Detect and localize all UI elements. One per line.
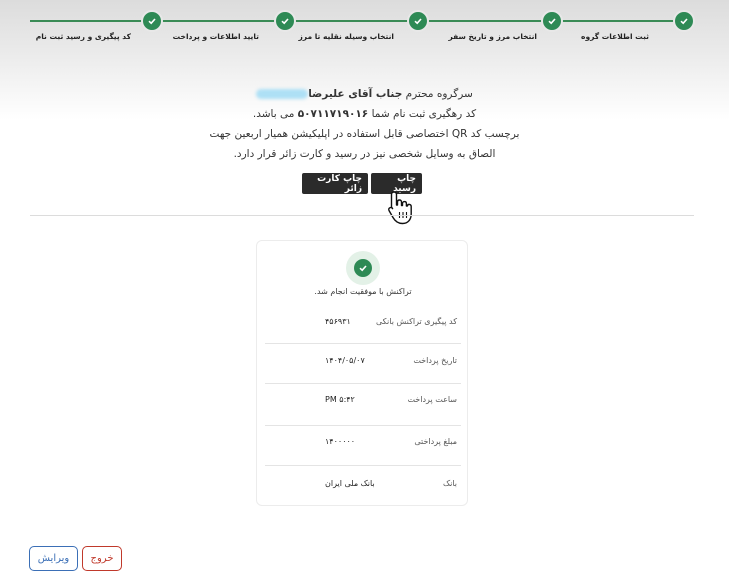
step-5 xyxy=(141,10,165,34)
step-3 xyxy=(407,10,431,34)
step-3-label: انتخاب وسیله نقلیه تا مرز xyxy=(298,32,394,41)
check-icon xyxy=(673,10,695,32)
receipt-row-tracking: کد پیگیری تراکنش بانکی ۴۵۶۹۳۱ xyxy=(265,313,461,333)
success-message: تراکنش با موفقیت انجام شد. xyxy=(314,287,412,296)
edit-button[interactable]: ویرایش xyxy=(29,546,78,571)
row-divider xyxy=(265,465,461,466)
row-value: ۴۵۶۹۳۱ xyxy=(325,317,351,326)
row-value: PM ۵:۴۲ xyxy=(325,395,355,404)
confirmation-message: سرگروه محترم جناب آقای علیرضا کد رهگیری … xyxy=(0,84,729,164)
row-divider xyxy=(265,425,461,426)
receipt-row-time: ساعت پرداخت PM ۵:۴۲ xyxy=(265,391,461,411)
print-card-button[interactable]: چاپ کارت زائر xyxy=(302,173,368,194)
step-1 xyxy=(673,10,697,34)
step-1-label: ثبت اطلاعات گروه xyxy=(581,32,649,41)
step-5-label: کد پیگیری و رسید ثبت نام xyxy=(35,32,131,41)
message-line-4: الصاق به وسایل شخصی نیز در رسید و کارت ز… xyxy=(233,148,496,160)
row-label: ساعت پرداخت xyxy=(407,395,457,404)
tracking-prefix: کد رهگیری ثبت نام شما xyxy=(371,108,477,120)
message-line-2: کد رهگیری ثبت نام شما ۵۰۷۱۱۷۱۹۰۱۶ می باش… xyxy=(0,104,729,124)
leader-name: جناب آقای علیرضا xyxy=(308,88,403,100)
progress-stepper: ثبت اطلاعات گروه انتخاب مرز و تاریخ سفر … xyxy=(0,0,729,60)
row-label: کد پیگیری تراکنش بانکی xyxy=(375,317,457,326)
receipt-row-date: تاریخ پرداخت ۱۴۰۴/۰۵/۰۷ xyxy=(265,352,461,372)
hand-cursor-icon xyxy=(388,191,412,225)
message-line-3: برچسب کد QR اختصاصی قابل استفاده در اپلی… xyxy=(209,128,520,140)
receipt-row-amount: مبلغ پرداختی ۱۴۰۰۰۰۰ xyxy=(265,433,461,453)
step-4 xyxy=(274,10,298,34)
row-label: بانک xyxy=(442,479,457,488)
exit-button[interactable]: خروج xyxy=(82,546,122,571)
section-divider xyxy=(30,215,694,216)
stepper-line xyxy=(30,20,694,22)
tracking-suffix: می باشد. xyxy=(252,108,295,120)
tracking-code: ۵۰۷۱۱۷۱۹۰۱۶ xyxy=(297,108,369,120)
row-divider xyxy=(265,383,461,384)
greeting-prefix: سرگروه محترم xyxy=(405,88,473,100)
check-icon xyxy=(541,10,563,32)
check-icon xyxy=(407,10,429,32)
success-check-icon xyxy=(346,251,380,285)
row-divider xyxy=(265,343,461,344)
step-2 xyxy=(541,10,565,34)
row-value: ۱۴۰۴/۰۵/۰۷ xyxy=(325,356,365,365)
row-value: ۱۴۰۰۰۰۰ xyxy=(325,437,356,446)
row-value: بانک ملی ایران xyxy=(325,479,375,488)
transaction-receipt-card: تراکنش با موفقیت انجام شد. کد پیگیری ترا… xyxy=(256,240,468,506)
row-label: مبلغ پرداختی xyxy=(414,437,457,446)
message-line-1: سرگروه محترم جناب آقای علیرضا xyxy=(0,84,729,104)
receipt-row-bank: بانک بانک ملی ایران xyxy=(265,475,461,495)
check-icon xyxy=(141,10,163,32)
row-label: تاریخ پرداخت xyxy=(413,356,457,365)
step-2-label: انتخاب مرز و تاریخ سفر xyxy=(448,32,537,41)
step-4-label: تایید اطلاعات و پرداخت xyxy=(172,32,259,41)
redacted-name xyxy=(256,89,309,99)
check-icon xyxy=(274,10,296,32)
